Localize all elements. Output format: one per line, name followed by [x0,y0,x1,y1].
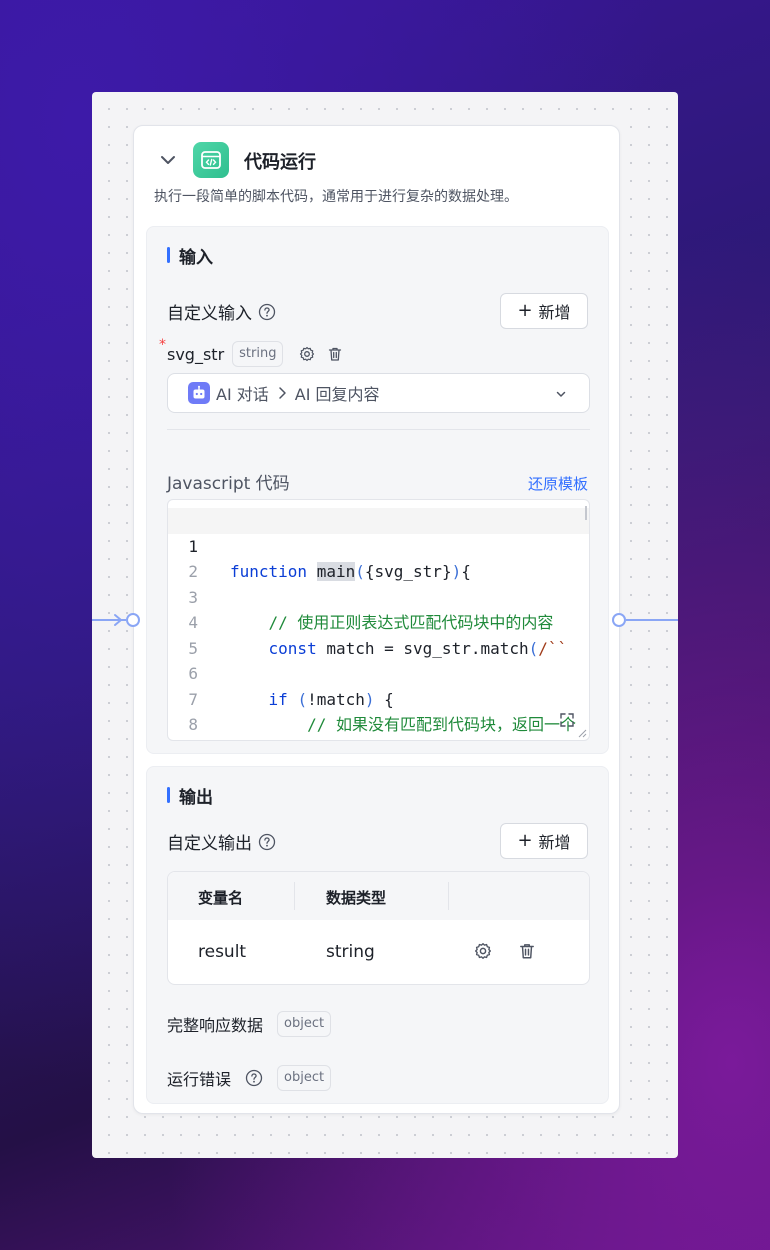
divider [167,429,590,430]
output-handle[interactable] [612,613,626,627]
error-type-tag: object [277,1065,332,1091]
add-input-label: 新增 [538,303,571,322]
full-response-label: 完整响应数据 [167,1016,264,1035]
input-handle[interactable] [126,613,140,627]
trash-icon[interactable] [518,942,536,960]
error-row: 运行错误 object [167,1065,332,1091]
line-number: 9 [168,738,198,741]
column-separator [294,882,295,910]
node-title: 代码运行 [244,152,316,173]
add-output-button[interactable]: + 新增 [500,823,588,859]
expand-icon[interactable] [559,712,575,728]
bot-icon [188,382,210,404]
code-language-label: Javascript 代码 [167,474,290,494]
source-field-name: AI 回复内容 [294,385,380,404]
custom-input-text: 自定义输入 [167,304,252,324]
chevron-down-icon[interactable] [158,150,178,170]
add-output-label: 新增 [538,833,571,852]
column-header: 变量名 [198,889,244,907]
code-line: 4 const match = svg_str.match(/`` [168,585,589,658]
code-editor[interactable]: 1 function main({svg_str}){ 2 3 // 使用正则表… [167,499,590,741]
code-line: 8 return { [168,687,589,734]
source-node-name: AI 对话 [216,385,269,404]
add-input-button[interactable]: + 新增 [500,293,588,329]
output-edge [626,619,678,621]
error-label: 运行错误 [167,1070,232,1089]
custom-input-label: 自定义输入 [167,299,276,324]
full-response-row: 完整响应数据 object [167,1011,332,1037]
restore-template-link[interactable]: 还原模板 [528,473,588,494]
input-section: 输入 自定义输入 + 新增 * svg_str string AI 对话 AI … [146,226,609,754]
variable-name: svg_str [167,344,225,364]
output-table: 变量名 数据类型 result string [167,871,590,985]
output-variable-name: result [198,942,247,962]
gear-icon[interactable] [474,942,492,960]
code-line: 2 [168,534,589,581]
chevron-down-icon [556,391,566,397]
output-section: 输出 自定义输出 + 新增 变量名 数据类型 result string 完整响… [146,766,609,1104]
column-header: 数据类型 [326,889,387,907]
node-header: 代码运行 执行一段简单的脚本代码，通常用于进行复杂的数据处理。 [134,126,619,205]
code-line: 3 // 使用正则表达式匹配代码块中的内容 [168,559,589,633]
trash-icon[interactable] [327,346,343,362]
variable-source-select[interactable]: AI 对话 AI 回复内容 [167,373,590,413]
help-icon[interactable] [245,1069,263,1087]
code-line: 7 // 如果没有匹配到代码块，返回一个 [168,661,589,735]
plus-icon: + [517,300,533,321]
column-separator [448,882,449,910]
help-icon[interactable] [258,833,276,851]
input-variable-row: svg_str string [159,341,343,367]
chevron-right-icon [279,387,286,399]
code-node-icon [193,142,229,178]
code-line: 6 if (!match) { [168,636,589,709]
full-response-type-tag: object [277,1011,332,1037]
code-line: 1 function main({svg_str}){ [168,508,589,581]
input-section-title: 输入 [167,243,213,268]
gear-icon[interactable] [299,346,315,362]
variable-type-tag: string [232,341,284,367]
code-text: return { [230,738,384,741]
node-description: 执行一段简单的脚本代码，通常用于进行复杂的数据处理。 [154,189,518,205]
output-section-title: 输出 [167,783,213,808]
code-line: 9 result: null, [168,712,589,738]
custom-output-text: 自定义输出 [167,834,252,854]
editor-scrollbar[interactable] [585,506,587,520]
code-run-node[interactable]: 代码运行 执行一段简单的脚本代码，通常用于进行复杂的数据处理。 输入 自定义输入… [133,125,620,1114]
custom-output-label: 自定义输出 [167,829,276,854]
plus-icon: + [517,830,533,851]
resize-handle-icon[interactable] [577,728,587,738]
table-header: 变量名 数据类型 [168,872,589,920]
code-line: 5 [168,610,589,658]
output-variable-type: string [326,942,375,962]
arrow-right-icon [114,614,122,626]
help-icon[interactable] [258,303,276,321]
